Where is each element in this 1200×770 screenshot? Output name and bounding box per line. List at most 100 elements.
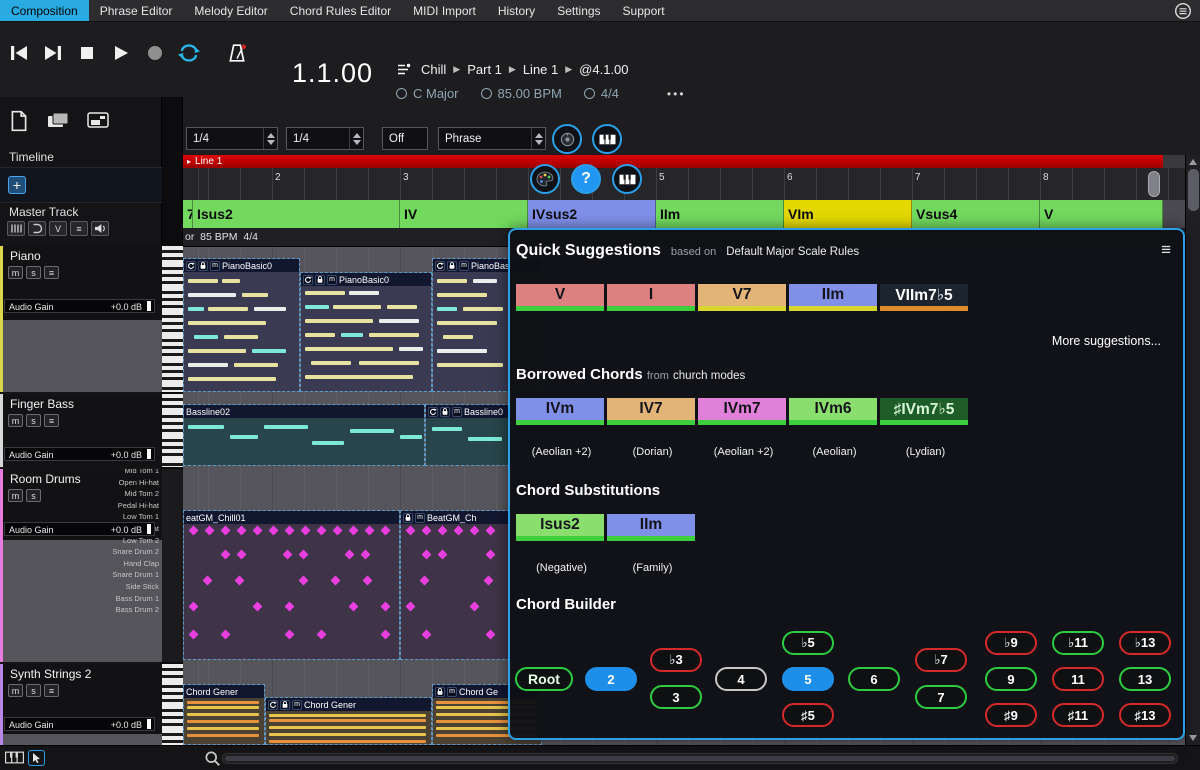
solo-button[interactable]: s	[26, 489, 41, 502]
lock-badge-icon[interactable]	[315, 275, 325, 285]
chord-block-vsus4[interactable]: Vsus4	[912, 200, 1040, 228]
record-button[interactable]	[142, 40, 168, 66]
key-selector[interactable]: C Major	[396, 86, 459, 101]
horizontal-scroll-thumb[interactable]	[225, 756, 1175, 761]
chord-block-v[interactable]: V	[1040, 200, 1163, 228]
horizontal-scrollbar[interactable]	[222, 753, 1178, 764]
builder-flat-9[interactable]: ♭9	[985, 631, 1037, 655]
scroll-down-icon[interactable]	[1189, 735, 1197, 741]
substitution-isus2[interactable]: Isus2	[516, 514, 604, 541]
borrowed-chord-iv7[interactable]: IV7	[607, 398, 695, 425]
builder-13[interactable]: 13	[1119, 667, 1171, 691]
grid-select[interactable]: 1/4	[286, 127, 364, 150]
builder-11[interactable]: 11	[1052, 667, 1104, 691]
clip-bass-b[interactable]: mBassline0	[425, 404, 510, 466]
clip-strings-b[interactable]: mChord Gener	[265, 697, 432, 745]
send-icon[interactable]	[28, 221, 46, 236]
mute-badge[interactable]: m	[292, 700, 302, 710]
mute-badge[interactable]: m	[327, 275, 337, 285]
loop-badge-icon[interactable]	[435, 261, 445, 271]
breadcrumb-item[interactable]: Part 1	[467, 62, 502, 77]
breadcrumb-item[interactable]: Line 1	[523, 62, 558, 77]
clip-header[interactable]: mPianoBasic0	[184, 259, 299, 272]
piano-button[interactable]	[612, 164, 642, 194]
borrowed-chord-ivm7[interactable]: IVm7	[698, 398, 786, 425]
keyboard-icon[interactable]	[5, 751, 24, 764]
stop-button[interactable]	[74, 40, 100, 66]
builder-sharp-11[interactable]: ♯11	[1052, 703, 1104, 727]
play-button[interactable]	[108, 40, 134, 66]
mute-button[interactable]: m	[8, 414, 23, 427]
loop-badge-icon[interactable]	[428, 407, 438, 417]
stepper-icon[interactable]	[263, 128, 277, 149]
menu-tab-settings[interactable]: Settings	[546, 0, 611, 21]
gain-slider[interactable]: Audio Gain +0.0 dB	[4, 447, 155, 461]
builder-root[interactable]: Root	[515, 667, 573, 691]
new-project-icon[interactable]	[6, 109, 32, 133]
solo-button[interactable]: s	[26, 684, 41, 697]
builder-flat-13[interactable]: ♭13	[1119, 631, 1171, 655]
open-project-icon[interactable]	[46, 109, 72, 133]
menu-tab-support[interactable]: Support	[612, 0, 676, 21]
chord-block-iim[interactable]: IIm	[656, 200, 784, 228]
preview-select[interactable]: Off	[382, 127, 428, 150]
borrowed-chord-sharp-ivm7flat-5[interactable]: ♯IVm7♭5	[880, 398, 968, 425]
menu-tab-midi-import[interactable]: MIDI Import	[402, 0, 487, 21]
metronome-icon[interactable]	[224, 40, 250, 66]
menu-tab-melody-editor[interactable]: Melody Editor	[183, 0, 278, 21]
clip-header[interactable]: mChord Gener	[266, 698, 431, 711]
chord-block-isus2[interactable]: Isus2	[193, 200, 400, 228]
vertical-scroll-thumb[interactable]	[1188, 169, 1199, 211]
app-menu-icon[interactable]	[1166, 0, 1200, 21]
gain-handle[interactable]	[147, 449, 151, 459]
builder-3[interactable]: 3	[650, 685, 702, 709]
track-finger-bass[interactable]: Finger Bass m s ≡ Audio Gain +0.0 dB	[0, 394, 162, 467]
builder-6[interactable]: 6	[848, 667, 900, 691]
lock-badge-icon[interactable]	[403, 513, 413, 523]
suggestion-i[interactable]: I	[607, 284, 695, 311]
lock-badge-icon[interactable]	[435, 687, 445, 697]
track-room-drums[interactable]: Room Drums m s Mid Tom 1Open Hi-hatMid T…	[0, 469, 162, 662]
selection-tool-icon[interactable]	[28, 750, 45, 766]
track-menu-button[interactable]: ≡	[44, 414, 59, 427]
builder-flat-7[interactable]: ♭7	[915, 648, 967, 672]
suggestion-viim7flat-5[interactable]: VIIm7♭5	[880, 284, 968, 311]
track-synth-strings-2[interactable]: Synth Strings 2 m s ≡ Audio Gain +0.0 dB	[0, 664, 162, 745]
mute-button[interactable]: m	[8, 684, 23, 697]
rules-name[interactable]: Default Major Scale Rules	[726, 246, 859, 258]
suggestion-iim[interactable]: IIm	[789, 284, 877, 311]
vertical-scrollbar[interactable]	[1185, 155, 1200, 745]
breadcrumb-item[interactable]: @4.1.00	[579, 62, 628, 77]
knob-button[interactable]	[552, 124, 582, 154]
stepper-icon[interactable]	[531, 128, 545, 149]
chord-block-ivsus2[interactable]: IVsus2	[528, 200, 656, 228]
gain-slider[interactable]: Audio Gain +0.0 dB	[4, 299, 155, 313]
builder-9[interactable]: 9	[985, 667, 1037, 691]
menu-tab-phrase-editor[interactable]: Phrase Editor	[89, 0, 184, 21]
borrowed-chord-ivm[interactable]: IVm	[516, 398, 604, 425]
mute-button[interactable]: m	[8, 489, 23, 502]
scroll-up-icon[interactable]	[1189, 159, 1197, 165]
clip-piano-a[interactable]: mPianoBasic0	[183, 258, 300, 392]
lock-badge-icon[interactable]	[447, 261, 457, 271]
mute-badge[interactable]: m	[210, 261, 220, 271]
clip-header[interactable]: mPianoBasic0	[301, 273, 431, 286]
timeline-line-marker[interactable]: ▸ Line 1	[183, 155, 1163, 168]
mute-badge[interactable]: m	[415, 513, 425, 523]
breadcrumb-item[interactable]: Chill	[421, 62, 446, 77]
menu-tab-history[interactable]: History	[487, 0, 546, 21]
palette-button[interactable]	[530, 164, 560, 194]
track-menu-button[interactable]: ≡	[44, 266, 59, 279]
builder-5[interactable]: 5	[782, 667, 834, 691]
gain-slider[interactable]: Audio Gain +0.0 dB	[4, 522, 155, 536]
bpm-selector[interactable]: 85.00 BPM	[481, 86, 562, 101]
clip-bass-a[interactable]: Bassline02	[183, 404, 425, 466]
clip-drums-a[interactable]: eatGM_Chill01	[183, 510, 400, 660]
keyboard-button[interactable]	[592, 124, 622, 154]
lock-badge-icon[interactable]	[198, 261, 208, 271]
chord-block-vim[interactable]: VIm	[784, 200, 912, 228]
stepper-icon[interactable]	[349, 128, 363, 149]
gain-handle[interactable]	[147, 524, 151, 534]
zoom-icon[interactable]	[204, 750, 221, 767]
mute-badge[interactable]: m	[452, 407, 462, 417]
